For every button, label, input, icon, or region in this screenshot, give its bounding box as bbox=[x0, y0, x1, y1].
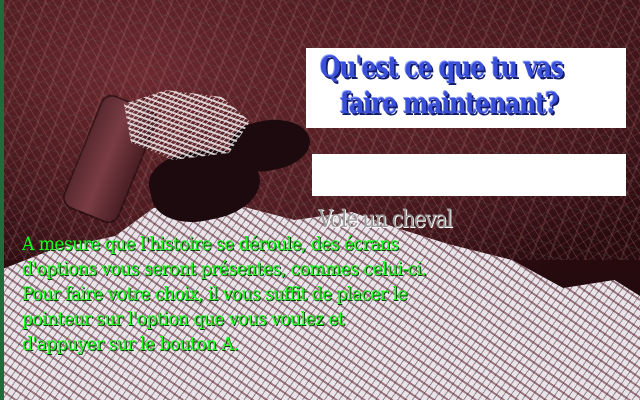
narration-line-2: d'options vous seront présentes, commes … bbox=[22, 258, 427, 280]
narration-line-3: Pour faire votre choix, il vous suffit d… bbox=[22, 283, 408, 305]
edge-strip bbox=[0, 0, 4, 400]
title-line-1: Qu'est ce que tu vas bbox=[320, 50, 564, 84]
title-panel: Qu'est ce que tu vas faire maintenant? bbox=[306, 48, 626, 128]
narration-line-4: pointeur sur l'option que vous voulez et bbox=[22, 308, 345, 330]
narration-text: A mesure que l'histoire se déroule, des … bbox=[22, 232, 622, 357]
title-line-2: faire maintenant? bbox=[340, 86, 559, 120]
narration-line-1: A mesure que l'histoire se déroule, des … bbox=[22, 233, 399, 255]
option-steal-horse[interactable]: Vole un cheval bbox=[318, 205, 453, 233]
option-blank[interactable] bbox=[312, 154, 626, 196]
narration-line-5: d'appuyer sur le bouton A. bbox=[22, 333, 239, 355]
